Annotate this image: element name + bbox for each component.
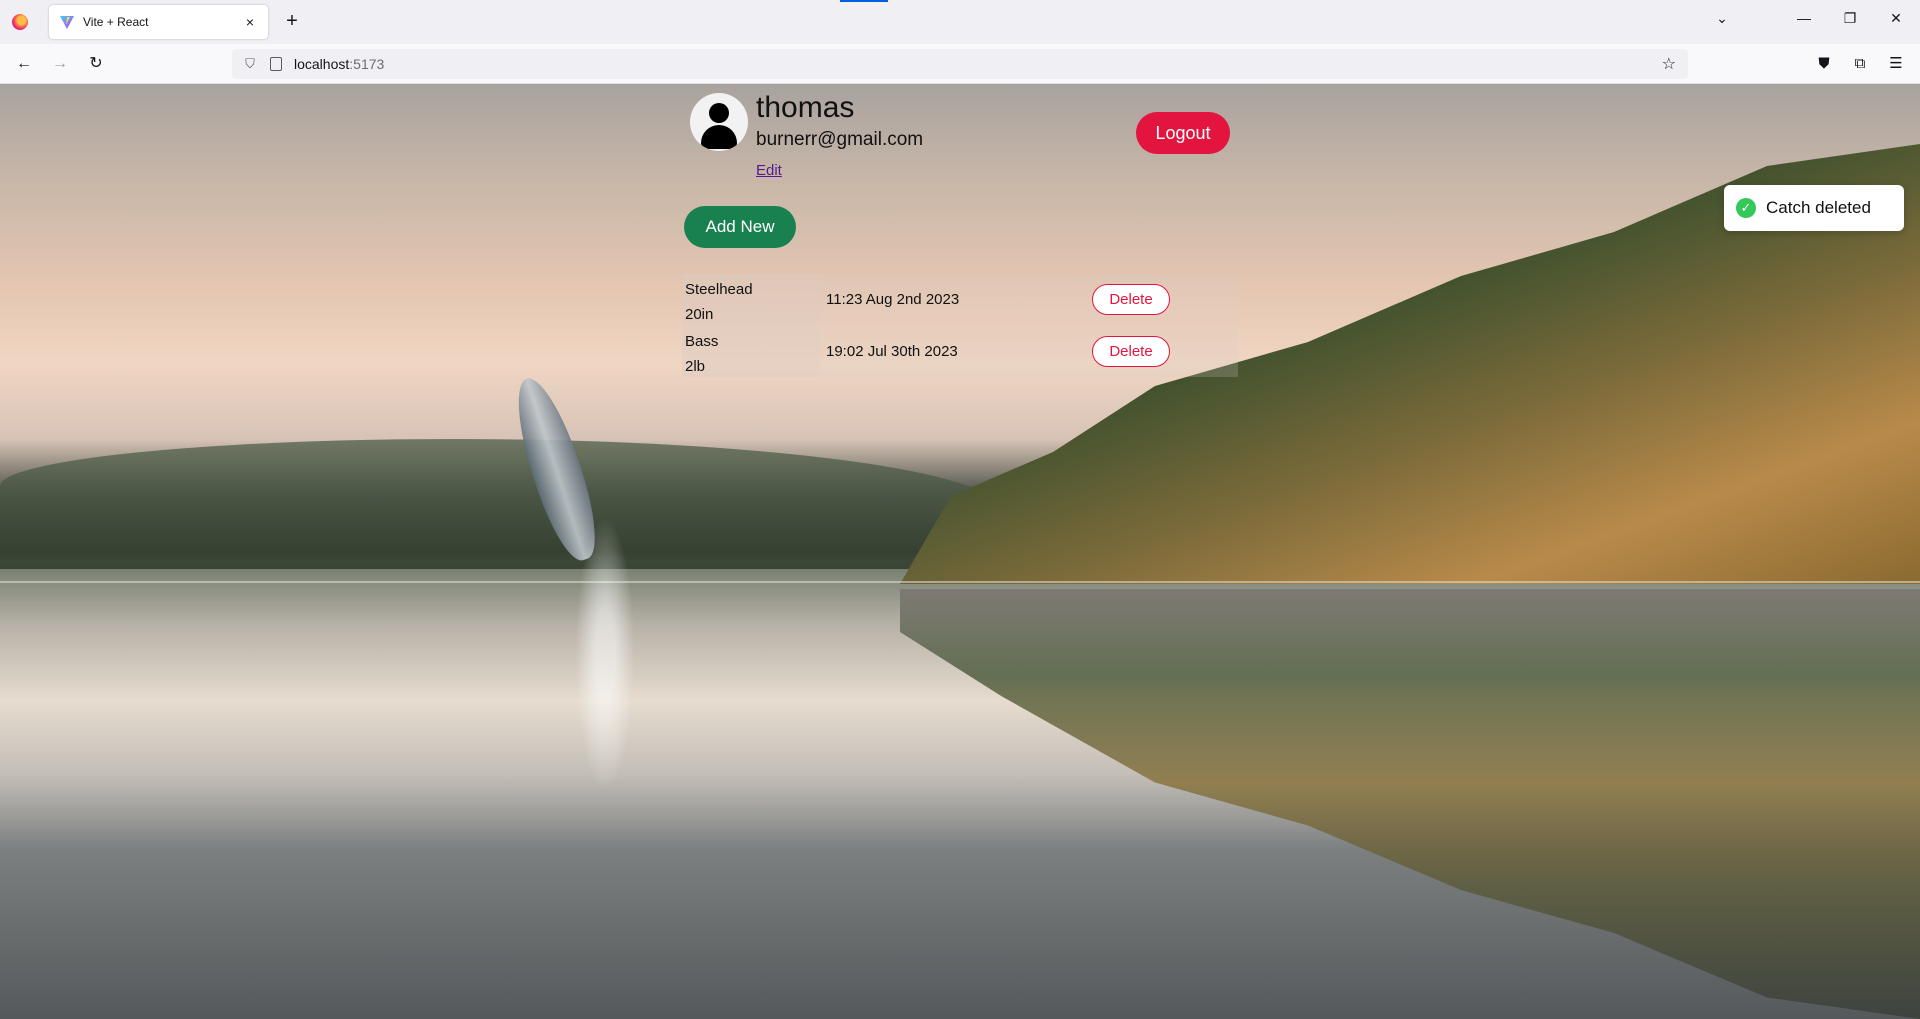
browser-nav-bar: ← → ↻ ⛉ localhost:5173 ☆ ⛊ ⧉ ☰ bbox=[0, 44, 1920, 84]
toast-message: Catch deleted bbox=[1766, 198, 1871, 217]
firefox-icon[interactable] bbox=[12, 14, 28, 30]
browser-tab[interactable]: Vite + React × bbox=[49, 5, 268, 39]
url-host: localhost bbox=[294, 56, 350, 72]
edit-profile-link[interactable]: Edit bbox=[756, 162, 782, 179]
catch-time: 11:23 Aug 2nd 2023 bbox=[826, 291, 960, 308]
page-background: thomas burnerr@gmail.com Edit Logout Add… bbox=[0, 84, 1920, 1019]
add-new-button[interactable]: Add New bbox=[684, 206, 796, 248]
username: thomas bbox=[756, 91, 855, 124]
catch-list: Steelhead 20in 11:23 Aug 2nd 2023 Delete… bbox=[682, 274, 1238, 378]
new-tab-button[interactable]: + bbox=[280, 10, 304, 34]
delete-catch-button[interactable]: Delete bbox=[1092, 336, 1170, 367]
user-email: burnerr@gmail.com bbox=[756, 129, 924, 150]
browser-tab-bar: Vite + React × + ⌄ — ❐ ✕ bbox=[0, 0, 1920, 44]
pocket-icon[interactable]: ⛊ bbox=[1812, 52, 1836, 76]
catch-species-cell: Bass 2lb bbox=[682, 326, 820, 377]
check-circle-icon: ✓ bbox=[1736, 198, 1756, 218]
catch-row: Bass 2lb 19:02 Jul 30th 2023 Delete bbox=[682, 326, 1238, 378]
catch-size: 2lb bbox=[685, 358, 706, 375]
background-hills bbox=[0, 439, 1000, 569]
extensions-icon[interactable]: ⧉ bbox=[1848, 52, 1872, 76]
catch-time: 19:02 Jul 30th 2023 bbox=[826, 343, 958, 360]
reload-icon[interactable]: ↻ bbox=[84, 52, 108, 76]
catch-species: Steelhead bbox=[685, 281, 753, 298]
tab-bar-accent bbox=[840, 0, 888, 2]
tracking-shield-icon[interactable]: ⛉ bbox=[242, 56, 258, 72]
background-horizon bbox=[0, 581, 1920, 583]
page-icon[interactable] bbox=[270, 57, 282, 71]
url-text[interactable]: localhost:5173 bbox=[294, 56, 384, 72]
url-port: :5173 bbox=[349, 56, 385, 72]
bookmark-star-icon[interactable]: ☆ bbox=[1662, 54, 1676, 74]
back-arrow-icon[interactable]: ← bbox=[12, 52, 36, 76]
tab-list-chevron-icon[interactable]: ⌄ bbox=[1710, 10, 1734, 27]
tab-title: Vite + React bbox=[83, 15, 149, 29]
catch-species-cell: Steelhead 20in bbox=[682, 274, 820, 325]
background-reflection bbox=[900, 589, 1920, 1019]
catch-size: 20in bbox=[685, 306, 714, 323]
restore-icon[interactable]: ❐ bbox=[1838, 10, 1862, 27]
background-splash bbox=[570, 494, 640, 814]
delete-catch-button[interactable]: Delete bbox=[1092, 284, 1170, 315]
avatar-icon bbox=[690, 93, 748, 151]
url-bar[interactable]: ⛉ localhost:5173 ☆ bbox=[232, 49, 1688, 79]
catch-species: Bass bbox=[685, 333, 719, 350]
vite-favicon-icon bbox=[60, 16, 74, 29]
toast-notification[interactable]: ✓ Catch deleted bbox=[1724, 185, 1904, 231]
logout-button[interactable]: Logout bbox=[1136, 112, 1230, 154]
tab-close-icon[interactable]: × bbox=[242, 14, 258, 30]
forward-arrow-icon[interactable]: → bbox=[48, 52, 72, 76]
window-close-icon[interactable]: ✕ bbox=[1884, 10, 1908, 27]
menu-icon[interactable]: ☰ bbox=[1884, 52, 1908, 76]
minimize-icon[interactable]: — bbox=[1792, 10, 1816, 26]
catch-row: Steelhead 20in 11:23 Aug 2nd 2023 Delete bbox=[682, 274, 1238, 326]
